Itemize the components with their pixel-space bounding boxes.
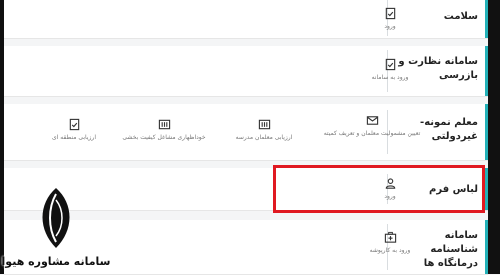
- service-card-inspection: سامانه نظارت و بازرسی ورود به سامانه: [4, 46, 488, 97]
- item-label: ورود به سامانه: [371, 74, 409, 81]
- teacher-eligibility-link[interactable]: تعیین مشمولیت معلمان و تعریف کمیته: [309, 114, 435, 138]
- service-card-salamat: سلامت ورود: [4, 0, 488, 39]
- document-check-icon: [69, 118, 79, 131]
- quality-self-declaration-link[interactable]: خوداظهاری مشاغل کیفیت بخشی: [108, 118, 220, 142]
- right-frame-edge: [488, 0, 500, 274]
- item-label: ارزیابی معلمان مدرسه: [235, 134, 293, 141]
- watermark-text: سامانه مشاوره هیوا: [1, 255, 111, 268]
- item-label: ورود به کارپوشه: [369, 247, 411, 254]
- checklist-icon: [158, 119, 170, 130]
- login-link[interactable]: ورود: [330, 7, 450, 31]
- watermark-logo: سامانه مشاوره هیوا: [0, 186, 120, 274]
- item-label: تعیین مشمولیت معلمان و تعریف کمیته: [323, 130, 421, 137]
- highlight-box: [273, 165, 485, 213]
- item-label: ارزیابی منطقه ای: [51, 134, 96, 141]
- school-teacher-evaluation-link[interactable]: ارزیابی معلمان مدرسه: [214, 118, 314, 142]
- mail-icon: [366, 116, 378, 125]
- system-login-link[interactable]: ورود به سامانه: [330, 58, 450, 82]
- checklist-icon: [258, 119, 270, 130]
- document-check-icon: [385, 7, 395, 20]
- feather-logo-icon: [42, 188, 70, 248]
- item-label: خوداظهاری مشاغل کیفیت بخشی: [122, 134, 206, 141]
- workfolder-login-link[interactable]: ورود به کارپوشه: [330, 231, 450, 255]
- regional-evaluation-link[interactable]: ارزیابی منطقه ای: [34, 118, 114, 142]
- service-card-model-teacher: معلم نمونه-غیردولتی تعیین مشمولیت معلمان…: [4, 104, 488, 161]
- item-label: ورود: [384, 23, 396, 30]
- medical-kit-icon: [384, 231, 396, 243]
- document-check-icon: [385, 58, 395, 71]
